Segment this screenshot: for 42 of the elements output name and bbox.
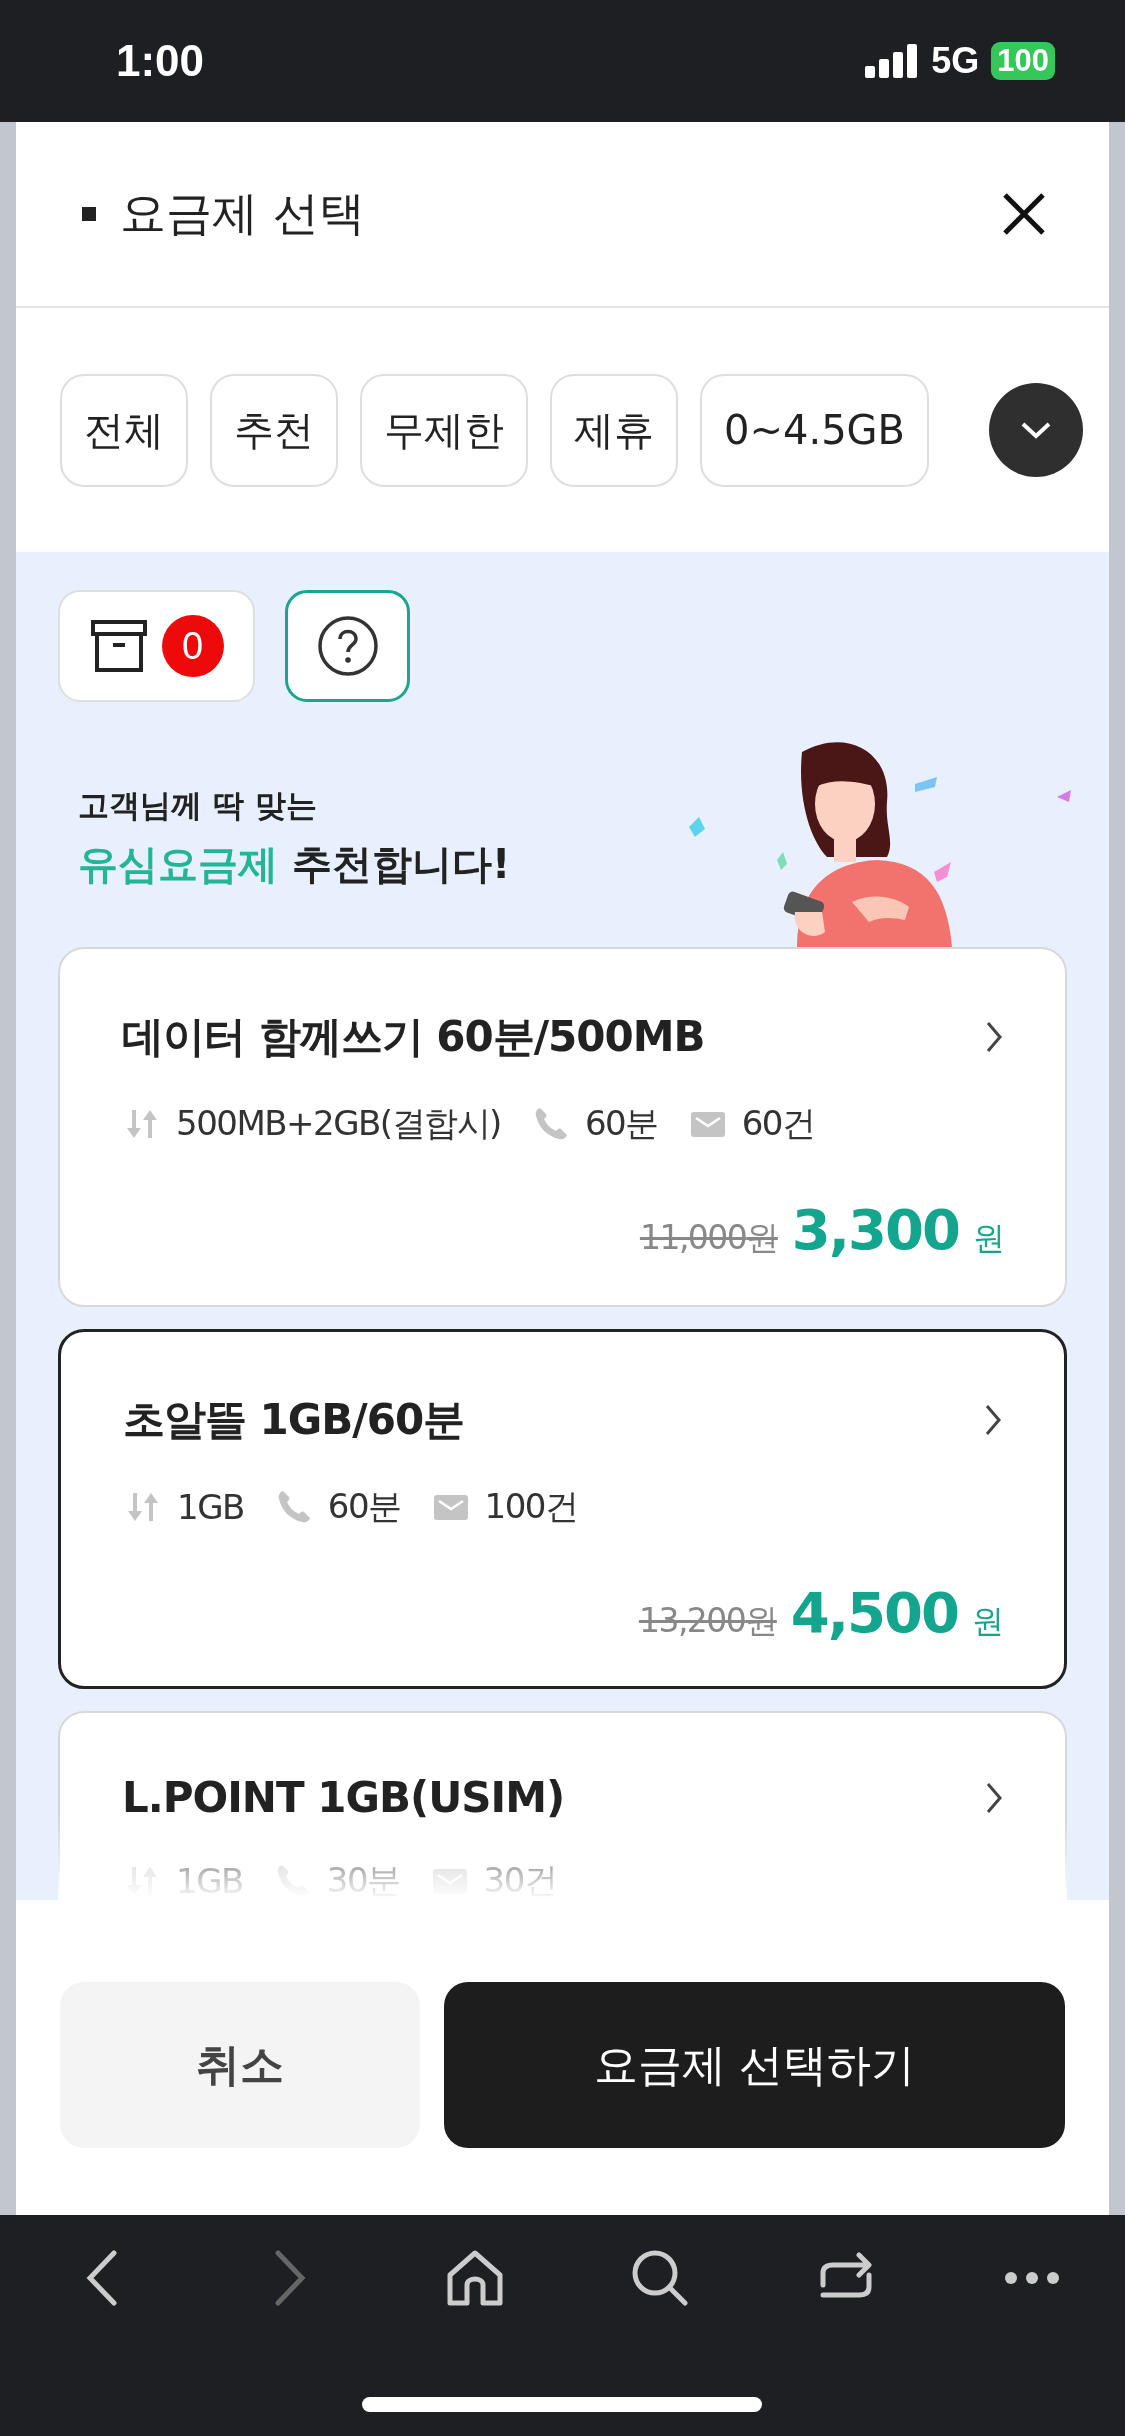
status-time: 1:00 — [116, 36, 205, 86]
plan-price: 3,300 — [791, 1197, 959, 1262]
plan-name: L.POINT 1GB(USIM) — [122, 1773, 565, 1822]
filter-chip[interactable]: 0~4.5GB — [700, 373, 929, 487]
filter-chip[interactable]: 추천 — [210, 373, 338, 487]
cancel-button[interactable]: 취소 — [60, 1982, 420, 2148]
plan-card[interactable]: 데이터 함께쓰기 60분/500MB 500MB+2GB(결합시) 60분 60건 11,000원 3,300 원 — [58, 947, 1067, 1307]
plan-feature: 30분 — [326, 1859, 400, 1900]
filter-chip[interactable]: 무제한 — [360, 373, 528, 487]
help-button[interactable] — [285, 590, 410, 702]
original-price: 11,000원 — [639, 1217, 778, 1259]
confirm-button[interactable]: 요금제 선택하기 — [444, 1982, 1065, 2148]
plan-card[interactable]: 초알뜰 1GB/60분 1GB 60분 100건 13,200원 4,500 원 — [58, 1329, 1067, 1689]
battery-level: 100 — [991, 42, 1055, 80]
plan-price: 4,500 — [790, 1580, 958, 1645]
saved-button[interactable]: 0 — [58, 590, 255, 702]
count-badge: 0 — [161, 615, 224, 677]
price-unit: 원 — [972, 1601, 1004, 1642]
chevron-down-icon — [1019, 420, 1053, 440]
filter-chip[interactable]: 전체 — [60, 373, 188, 487]
banner-subtitle: 고객님께 딱 맞는 — [78, 786, 318, 825]
title-bullet — [82, 207, 96, 221]
plan-feature: 500MB+2GB(결합시) — [176, 1102, 501, 1145]
box-icon — [89, 619, 148, 673]
plan-feature: 1GB — [176, 1861, 243, 1900]
plan-feature: 60분 — [327, 1485, 401, 1528]
plan-feature: 60건 — [741, 1102, 815, 1145]
plan-feature: 30건 — [483, 1859, 557, 1900]
original-price: 13,200원 — [638, 1600, 777, 1642]
banner-headline: 유심요금제 추천합니다! — [78, 840, 511, 889]
plan-feature: 100건 — [484, 1485, 578, 1528]
signal-icon — [865, 44, 920, 78]
help-icon — [316, 615, 379, 677]
plan-name: 초알뜰 1GB/60분 — [123, 1394, 465, 1446]
plan-feature: 60분 — [584, 1102, 658, 1145]
network-label: 5G — [931, 40, 980, 82]
plan-card[interactable]: L.POINT 1GB(USIM) 1GB 30분 30건 — [58, 1711, 1067, 1900]
price-unit: 원 — [973, 1218, 1005, 1259]
plan-feature: 1GB — [177, 1487, 244, 1527]
filter-chip[interactable]: 제휴 — [550, 373, 678, 487]
plan-name: 데이터 함께쓰기 60분/500MB — [122, 1011, 705, 1063]
sheet-title: 요금제 선택 — [120, 185, 365, 242]
